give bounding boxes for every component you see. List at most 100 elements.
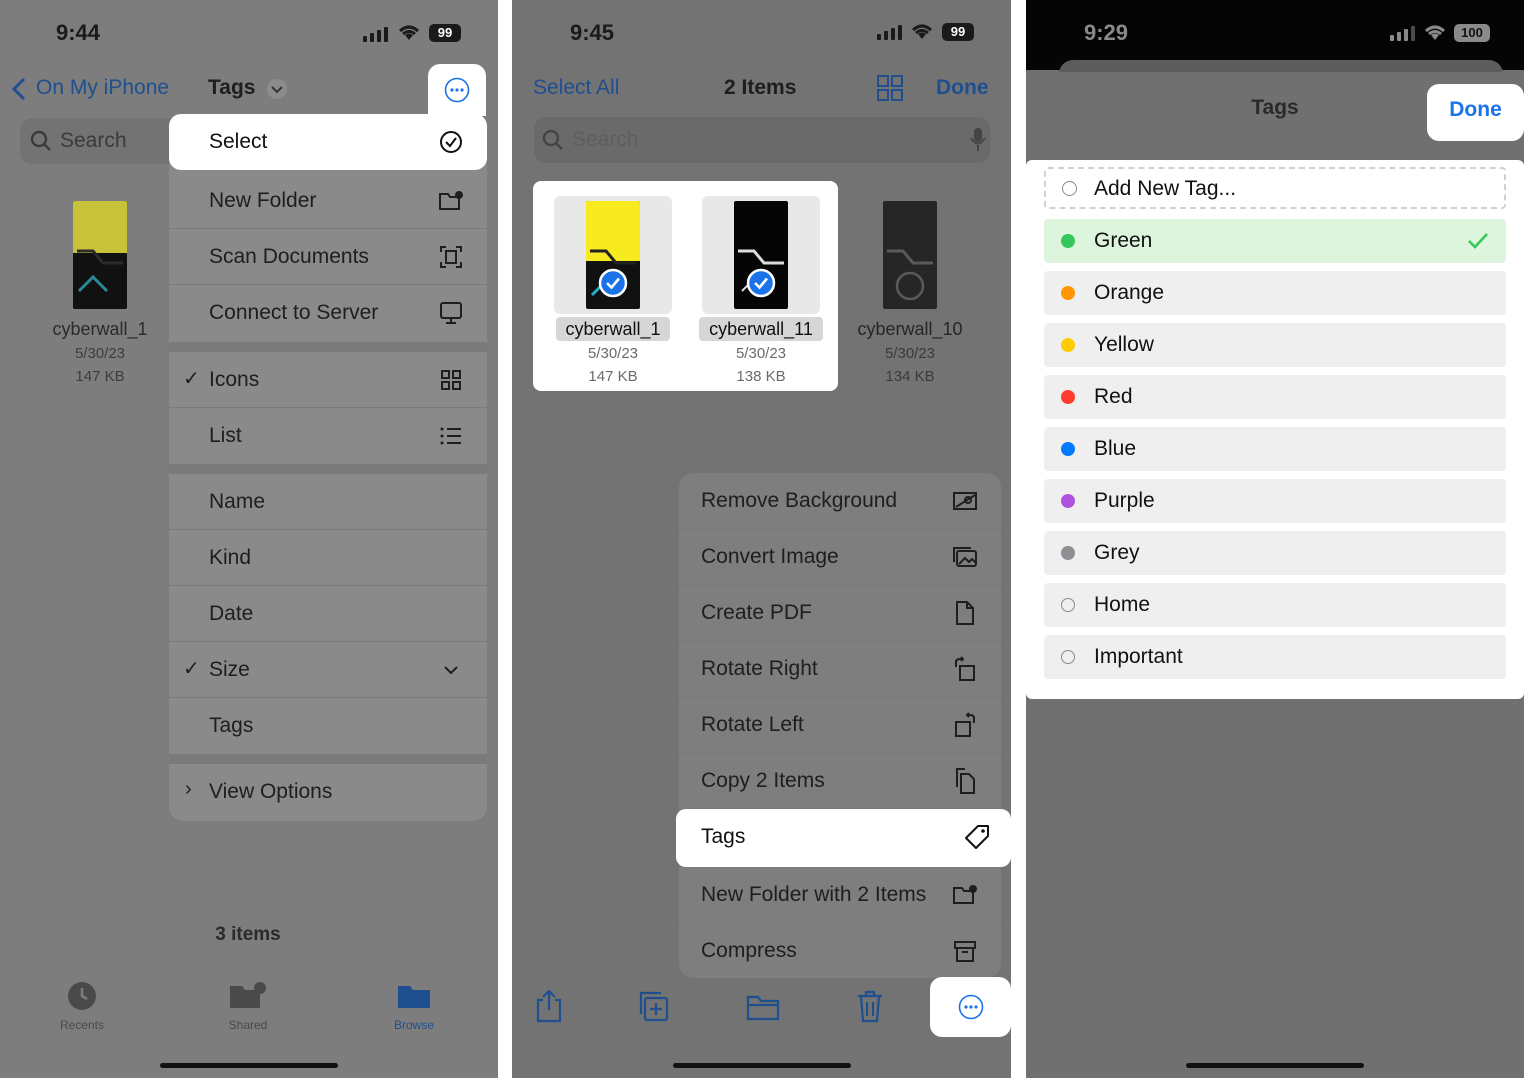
- chevron-down-circle-icon[interactable]: [266, 78, 288, 100]
- menu-item-kind[interactable]: Kind: [169, 530, 487, 586]
- tag-row-green[interactable]: Green: [1044, 219, 1506, 263]
- menu-item-convert-image[interactable]: Convert Image: [679, 529, 1001, 585]
- file-name: cyberwall_1: [52, 319, 148, 339]
- menu-item-copy-items[interactable]: Copy 2 Items: [679, 753, 1001, 809]
- file-size: 147 KB: [588, 368, 638, 385]
- archive-box-icon: [954, 941, 976, 962]
- done-button[interactable]: Done: [936, 76, 989, 100]
- microphone-icon[interactable]: [970, 127, 986, 153]
- remove-background-icon: [953, 492, 977, 510]
- menu-item-tags[interactable]: Tags: [676, 809, 1011, 867]
- selected-checkmark-icon: [598, 268, 628, 298]
- duplicate-icon[interactable]: [637, 990, 669, 1024]
- file-thumbnail[interactable]: [883, 201, 937, 309]
- tab-shared[interactable]: Shared: [208, 980, 288, 1032]
- checkmark-circle-icon: [440, 131, 462, 153]
- menu-item-scan-documents[interactable]: Scan Documents: [169, 229, 487, 285]
- ellipsis-circle-icon: [958, 994, 984, 1020]
- photo-stack-icon: [953, 547, 977, 567]
- menu-item-new-folder[interactable]: New Folder: [169, 173, 487, 229]
- menu-item-view-options[interactable]: › View Options: [169, 764, 487, 820]
- status-time: 9:44: [56, 20, 101, 45]
- trash-icon[interactable]: [856, 990, 884, 1024]
- menu-item-icons[interactable]: ✓ Icons: [169, 352, 487, 408]
- cellular-signal-icon: [1390, 25, 1415, 41]
- back-button[interactable]: On My iPhone: [36, 76, 169, 100]
- menu-item-remove-background[interactable]: Remove Background: [679, 473, 1001, 529]
- grid-icon: [441, 370, 461, 390]
- tag-color-dot: [1061, 338, 1075, 352]
- done-button[interactable]: Done: [1427, 84, 1524, 141]
- status-time: 9:29: [1084, 20, 1129, 45]
- menu-item-date[interactable]: Date: [169, 586, 487, 642]
- item-count: 3 items: [215, 924, 281, 945]
- more-button[interactable]: [428, 64, 486, 116]
- menu-item-new-folder-with-items[interactable]: New Folder with 2 Items: [679, 867, 1001, 923]
- folder-badge-plus-icon: [439, 191, 463, 210]
- more-button[interactable]: [930, 977, 1011, 1037]
- tab-recents[interactable]: Recents: [42, 980, 122, 1032]
- tag-row-yellow[interactable]: Yellow: [1044, 323, 1506, 367]
- tag-row-purple[interactable]: Purple: [1044, 479, 1506, 523]
- shared-folder-icon: [230, 982, 266, 1008]
- menu-item-connect-server[interactable]: Connect to Server: [169, 285, 487, 341]
- ellipsis-circle-icon: [444, 77, 470, 103]
- tag-row-blue[interactable]: Blue: [1044, 427, 1506, 471]
- home-indicator: [1186, 1063, 1364, 1068]
- grid-icon[interactable]: [876, 74, 904, 102]
- wifi-icon: [399, 25, 419, 40]
- tab-browse[interactable]: Browse: [374, 980, 454, 1032]
- home-indicator: [160, 1063, 338, 1068]
- cellular-signal-icon: [363, 26, 388, 42]
- file-date: 5/30/23: [587, 345, 639, 362]
- context-menu: Remove Background Convert Image Create P…: [676, 473, 1011, 979]
- file-thumbnail[interactable]: [73, 201, 127, 309]
- wifi-icon: [912, 24, 932, 39]
- tag-row-grey[interactable]: Grey: [1044, 531, 1506, 575]
- empty-circle-icon: [1061, 650, 1075, 664]
- menu-item-select[interactable]: Select: [169, 114, 487, 170]
- search-placeholder: Search: [60, 129, 127, 152]
- battery-indicator: 99: [942, 23, 974, 41]
- tag-color-dot: [1061, 494, 1075, 508]
- menu-item-name[interactable]: Name: [169, 474, 487, 530]
- menu-item-rotate-left[interactable]: Rotate Left: [679, 697, 1001, 753]
- file-name: cyberwall_1: [556, 317, 670, 341]
- search-icon: [30, 130, 51, 151]
- tag-color-dot: [1061, 390, 1075, 404]
- tag-row-important[interactable]: Important: [1044, 635, 1506, 679]
- tag-color-dot: [1061, 234, 1075, 248]
- menu-item-rotate-right[interactable]: Rotate Right: [679, 641, 1001, 697]
- checkmark-icon: ✓: [183, 368, 200, 390]
- file-size: 147 KB: [75, 368, 125, 385]
- menu-item-compress[interactable]: Compress: [679, 923, 1001, 979]
- folder-icon[interactable]: [746, 994, 780, 1022]
- cellular-signal-icon: [877, 24, 902, 40]
- add-new-tag-row[interactable]: Add New Tag...: [1044, 167, 1506, 209]
- menu-item-list[interactable]: List: [169, 408, 487, 464]
- menu-item-create-pdf[interactable]: Create PDF: [679, 585, 1001, 641]
- menu-item-tags[interactable]: Tags: [169, 698, 487, 754]
- search-icon: [542, 129, 563, 150]
- chevron-right-icon: ›: [185, 778, 192, 800]
- search-field[interactable]: Search: [534, 117, 990, 163]
- panel-tags-sheet: 9:29 100 Tags Done Add New Tag... Green …: [1026, 0, 1524, 1078]
- home-indicator: [673, 1063, 851, 1068]
- status-time: 9:45: [570, 20, 615, 45]
- tag-color-dot: [1061, 286, 1075, 300]
- search-field[interactable]: Search: [20, 118, 180, 164]
- share-icon[interactable]: [534, 988, 564, 1024]
- tag-row-orange[interactable]: Orange: [1044, 271, 1506, 315]
- rotate-right-icon: [955, 656, 975, 681]
- rotate-left-icon: [955, 712, 975, 737]
- tag-row-home[interactable]: Home: [1044, 583, 1506, 627]
- checkmark-icon: ✓: [183, 658, 200, 680]
- folder-badge-plus-icon: [953, 885, 977, 904]
- select-all-button[interactable]: Select All: [533, 76, 619, 100]
- battery-indicator: 99: [429, 24, 461, 42]
- panel-selection-menu: 9:45 99 Select All 2 Items Done Search c…: [512, 0, 1011, 1078]
- back-chevron-icon[interactable]: [10, 76, 28, 102]
- battery-indicator: 100: [1454, 24, 1490, 42]
- tag-row-red[interactable]: Red: [1044, 375, 1506, 419]
- menu-item-size[interactable]: ✓ Size: [169, 642, 487, 698]
